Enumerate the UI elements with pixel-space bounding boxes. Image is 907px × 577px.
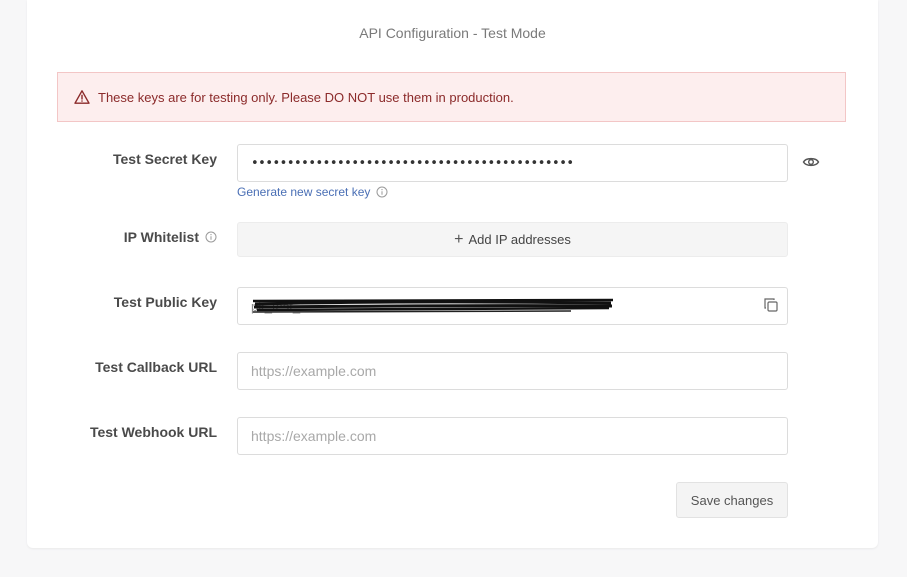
copy-icon[interactable] xyxy=(763,297,779,313)
callback-url-input[interactable] xyxy=(251,363,787,379)
warning-triangle-icon xyxy=(74,89,90,105)
public-key-field[interactable]: pk_test_ xyxy=(237,287,788,325)
ip-whitelist-label-group: IP Whitelist xyxy=(27,229,217,245)
generate-secret-key-label: Generate new secret key xyxy=(237,185,371,199)
plus-icon: + xyxy=(454,230,464,248)
info-icon xyxy=(376,186,388,198)
secret-key-label: Test Secret Key xyxy=(112,151,217,167)
api-config-card: API Configuration - Test Mode These keys… xyxy=(27,0,878,548)
ip-whitelist-label: IP Whitelist xyxy=(123,229,199,245)
secret-key-value: ••••••••••••••••••••••••••••••••••••••••… xyxy=(251,155,574,171)
callback-url-label: Test Callback URL xyxy=(95,359,217,375)
add-ip-addresses-button[interactable]: + Add IP addresses xyxy=(237,222,788,257)
eye-icon[interactable] xyxy=(802,154,820,170)
public-key-label: Test Public Key xyxy=(113,294,217,310)
secret-key-field[interactable]: ••••••••••••••••••••••••••••••••••••••••… xyxy=(237,144,788,182)
save-changes-button[interactable]: Save changes xyxy=(676,482,788,518)
test-mode-alert: These keys are for testing only. Please … xyxy=(57,72,846,122)
public-key-redacted-value: pk_test_ xyxy=(251,296,613,316)
generate-secret-key-link[interactable]: Generate new secret key xyxy=(237,185,388,199)
info-icon xyxy=(205,231,217,243)
page-title: API Configuration - Test Mode xyxy=(359,25,546,41)
callback-url-field xyxy=(237,352,788,390)
webhook-url-label: Test Webhook URL xyxy=(89,424,217,440)
add-ip-addresses-label: Add IP addresses xyxy=(468,232,571,247)
alert-message: These keys are for testing only. Please … xyxy=(98,89,514,105)
webhook-url-field xyxy=(237,417,788,455)
webhook-url-input[interactable] xyxy=(251,428,787,444)
redaction-scribble xyxy=(252,298,613,313)
